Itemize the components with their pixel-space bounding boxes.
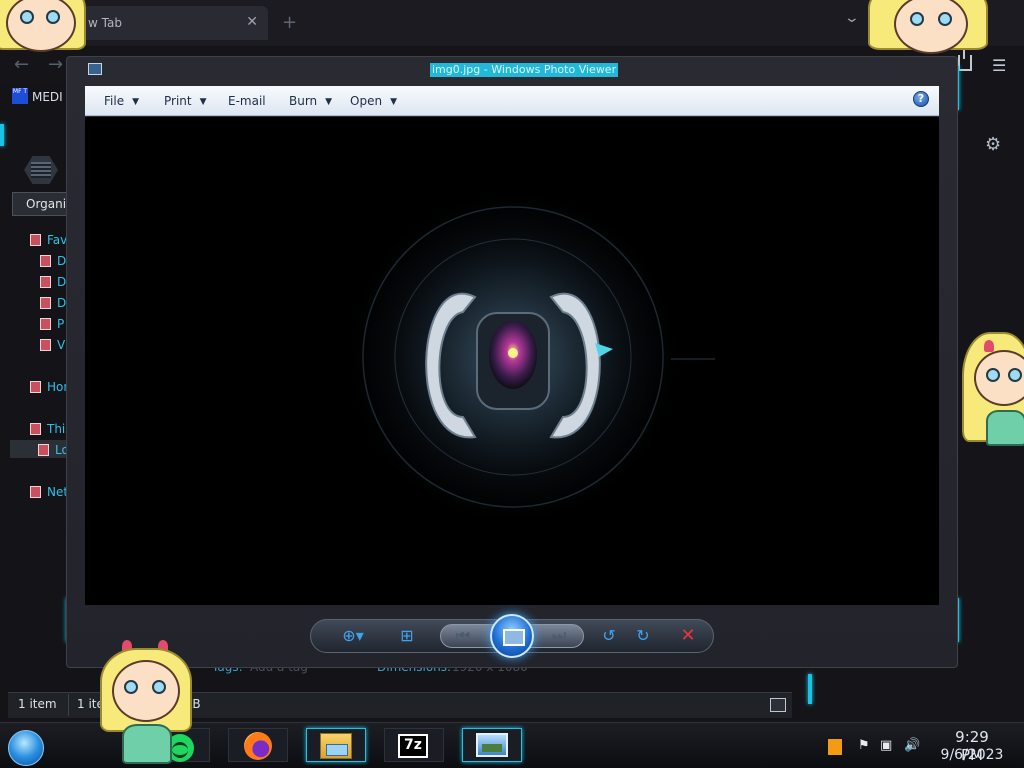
nav-item-desktop[interactable]: D: [40, 254, 66, 268]
dropdown-arrow-icon: ▼: [390, 97, 397, 107]
nav-item-downloads[interactable]: D: [40, 296, 66, 310]
next-icon[interactable]: ⏭: [546, 626, 572, 646]
command-bar: [85, 86, 939, 116]
action-center-flag-icon[interactable]: ⚑: [858, 738, 870, 753]
burn-menu[interactable]: Burn ▼: [289, 94, 332, 108]
settings-gear-icon[interactable]: ⚙: [985, 134, 1001, 155]
zoom-icon[interactable]: ⊕▾: [340, 626, 366, 646]
mascot-sticker-top-left: [0, 0, 86, 56]
neon-accent: [808, 674, 812, 704]
slideshow-icon[interactable]: [490, 614, 534, 658]
folder-icon: [40, 297, 51, 309]
back-arrow-icon[interactable]: ←: [14, 54, 29, 75]
folder-icon: [40, 276, 51, 288]
home-icon: [30, 381, 41, 393]
status-item-count: 1 item: [18, 697, 57, 711]
app-badge-icon: MF T: [12, 88, 28, 104]
network-icon[interactable]: ▣: [880, 738, 892, 753]
nav-item-network[interactable]: Net: [30, 485, 68, 499]
print-menu[interactable]: Print ▼: [164, 94, 207, 108]
explorer-app-name: MEDI: [32, 90, 63, 104]
browser-tab[interactable]: w Tab ✕: [78, 6, 268, 40]
sci-fi-wallpaper-image: [338, 182, 715, 532]
drive-icon: [38, 444, 49, 456]
dropdown-arrow-icon: ▼: [325, 97, 333, 107]
clock-date[interactable]: 9/6/2023: [940, 747, 1004, 763]
rotate-counterclockwise-icon[interactable]: ↺: [596, 626, 622, 646]
email-button[interactable]: E-mail: [228, 94, 266, 108]
firefox-icon: [244, 732, 272, 760]
browser-tab-label: w Tab: [88, 16, 122, 30]
window-title: img0.jpg - Windows Photo Viewer: [430, 63, 619, 77]
nav-item-local-disk[interactable]: Lo: [38, 443, 69, 457]
forward-arrow-icon[interactable]: →: [48, 54, 63, 75]
new-tab-icon[interactable]: +: [282, 12, 297, 33]
7zip-icon: 7z: [398, 734, 428, 758]
nav-item-home[interactable]: Hon: [30, 380, 71, 394]
actual-size-icon[interactable]: ⊞: [394, 626, 420, 646]
chevron-down-icon[interactable]: ⌄: [844, 10, 860, 26]
dropdown-arrow-icon: ▼: [132, 97, 140, 107]
nav-item-documents[interactable]: D: [40, 275, 66, 289]
hamburger-menu-icon[interactable]: ☰: [992, 56, 1006, 75]
open-menu[interactable]: Open ▼: [350, 94, 397, 108]
folder-icon: [40, 255, 51, 267]
nav-item-favorites[interactable]: Fav: [30, 233, 67, 247]
view-toggle-icon[interactable]: [770, 698, 786, 712]
folder-icon: [40, 339, 51, 351]
photo-viewer-icon: [88, 63, 102, 75]
delete-icon[interactable]: ✕: [675, 626, 701, 646]
computer-icon: [30, 423, 41, 435]
start-orb-icon[interactable]: [8, 730, 44, 766]
close-tab-icon[interactable]: ✕: [246, 14, 258, 30]
mascot-sticker-right: [962, 326, 1024, 450]
previous-icon[interactable]: ⏮: [450, 626, 476, 646]
neon-accent: [0, 124, 4, 146]
photo-canvas[interactable]: [85, 117, 939, 605]
dropdown-arrow-icon: ▼: [199, 97, 207, 107]
star-folder-icon: [30, 234, 41, 246]
status-divider: [68, 694, 69, 716]
help-icon[interactable]: ?: [913, 91, 929, 107]
tray-app-icon[interactable]: [828, 739, 842, 755]
volume-icon[interactable]: 🔊: [904, 738, 920, 753]
mascot-sticker-top-right: [868, 0, 988, 60]
folder-icon: [40, 318, 51, 330]
photo-viewer-taskbar-icon: [476, 733, 508, 757]
rotate-clockwise-icon[interactable]: ↻: [630, 626, 656, 646]
file-menu[interactable]: File ▼: [104, 94, 139, 108]
network-icon: [30, 486, 41, 498]
nav-item-pictures[interactable]: P: [40, 317, 64, 331]
mascot-sticker-bottom-left: [96, 638, 194, 768]
file-explorer-icon: [320, 733, 352, 759]
nav-item-videos[interactable]: V: [40, 338, 65, 352]
